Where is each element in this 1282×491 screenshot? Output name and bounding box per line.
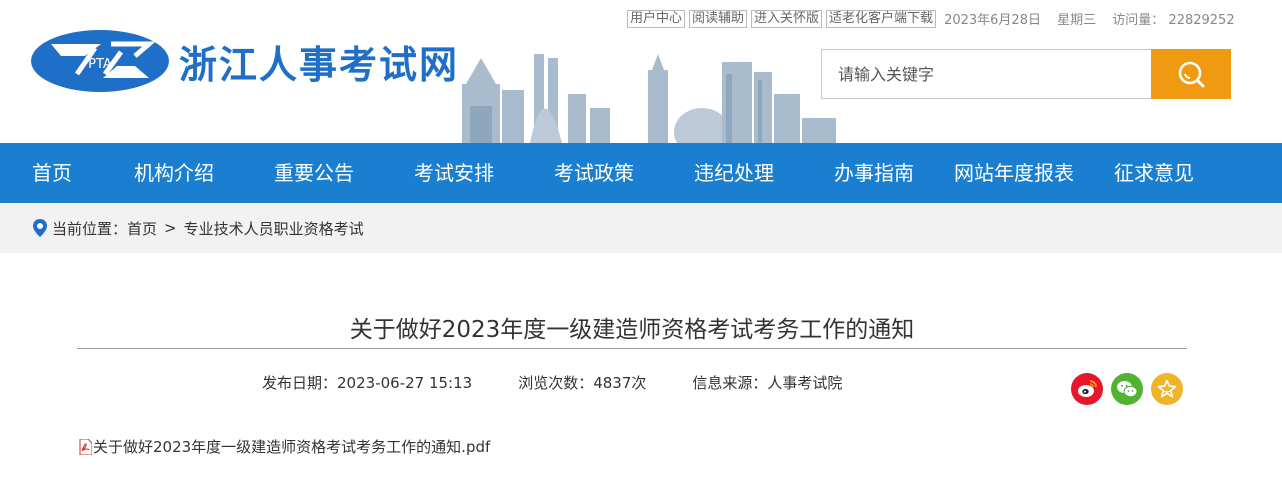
favorite-star-icon <box>1157 379 1177 398</box>
info-source-label: 信息来源： <box>692 374 768 392</box>
breadcrumb-home-link[interactable]: 首页 <box>127 218 157 239</box>
breadcrumb: 当前位置： 首页 > 专业技术人员职业资格考试 <box>0 203 1282 253</box>
visits-label: 访问量： <box>1112 13 1165 28</box>
view-count-label: 浏览次数： <box>518 374 594 392</box>
city-skyline-illustration <box>462 54 836 143</box>
current-date: 2023年6月28日 <box>944 13 1041 28</box>
user-center-link[interactable]: 用户中心 <box>627 9 686 28</box>
utility-links: 用户中心 阅读辅助 进入关怀版 适老化客户端下载 2023年6月28日 星期三 … <box>627 9 1247 28</box>
publish-date-label: 发布日期： <box>262 374 338 392</box>
care-version-link[interactable]: 进入关怀版 <box>751 9 823 28</box>
search-input[interactable] <box>821 49 1151 99</box>
search-icon <box>1178 61 1205 88</box>
header-info: 2023年6月28日 星期三 访问量： 22829252 <box>944 9 1247 28</box>
main-nav: 首页 机构介绍 重要公告 考试安排 考试政策 违纪处理 办事指南 网站年度报表 … <box>0 143 1282 203</box>
nav-item-about[interactable]: 机构介绍 <box>104 143 244 203</box>
wechat-icon <box>1117 381 1138 398</box>
visits-count: 22829252 <box>1168 13 1235 28</box>
breadcrumb-current-link[interactable]: 专业技术人员职业资格考试 <box>184 218 364 239</box>
share-weibo-button[interactable] <box>1071 373 1103 405</box>
publish-date-value: 2023-06-27 15:13 <box>337 374 473 392</box>
nav-item-exam-schedule[interactable]: 考试安排 <box>384 143 524 203</box>
pta-logo-emblem: PTA <box>31 30 169 92</box>
favorite-button[interactable] <box>1151 373 1183 405</box>
breadcrumb-label: 当前位置： <box>52 219 128 238</box>
view-count-value: 4837次 <box>593 374 647 392</box>
site-logo[interactable]: PTA 浙江人事考试网 <box>31 30 459 92</box>
breadcrumb-separator: > <box>164 219 177 237</box>
logo-abbr: PTA <box>88 57 112 72</box>
reading-assist-link[interactable]: 阅读辅助 <box>689 9 748 28</box>
location-pin-icon <box>33 219 47 237</box>
share-wechat-button[interactable] <box>1111 373 1143 405</box>
nav-item-service-guide[interactable]: 办事指南 <box>804 143 944 203</box>
info-source-value: 人事考试院 <box>767 374 843 392</box>
site-header: PTA 浙江人事考试网 用户中心 阅读辅助 进入关怀版 适老化客户端下载 202… <box>0 0 1282 143</box>
site-name: 浙江人事考试网 <box>179 42 460 87</box>
title-divider <box>77 348 1187 349</box>
elderly-app-download-link[interactable]: 适老化客户端下载 <box>826 9 937 28</box>
view-count: 浏览次数：4837次 <box>518 372 646 393</box>
search-box <box>821 49 1231 99</box>
current-weekday: 星期三 <box>1057 13 1097 28</box>
nav-item-annual-report[interactable]: 网站年度报表 <box>944 143 1084 203</box>
article-title: 关于做好2023年度一级建造师资格考试考务工作的通知 <box>349 317 915 343</box>
weibo-icon <box>1078 380 1097 397</box>
publish-date: 发布日期：2023-06-27 15:13 <box>262 372 472 393</box>
info-source: 信息来源：人事考试院 <box>692 372 842 393</box>
search-button[interactable] <box>1151 49 1231 99</box>
nav-item-home[interactable]: 首页 <box>0 143 104 203</box>
share-buttons <box>1071 373 1191 405</box>
nav-item-exam-policy[interactable]: 考试政策 <box>524 143 664 203</box>
nav-item-feedback[interactable]: 征求意见 <box>1084 143 1224 203</box>
pdf-attachment-link[interactable]: 关于做好2023年度一级建造师资格考试考务工作的通知.pdf <box>79 436 490 457</box>
article-meta: 发布日期：2023-06-27 15:13 浏览次数：4837次 信息来源：人事… <box>262 372 842 393</box>
pdf-file-icon <box>79 438 92 455</box>
attachment-filename: 关于做好2023年度一级建造师资格考试考务工作的通知.pdf <box>93 438 491 456</box>
nav-item-violations[interactable]: 违纪处理 <box>664 143 804 203</box>
nav-item-announcements[interactable]: 重要公告 <box>244 143 384 203</box>
